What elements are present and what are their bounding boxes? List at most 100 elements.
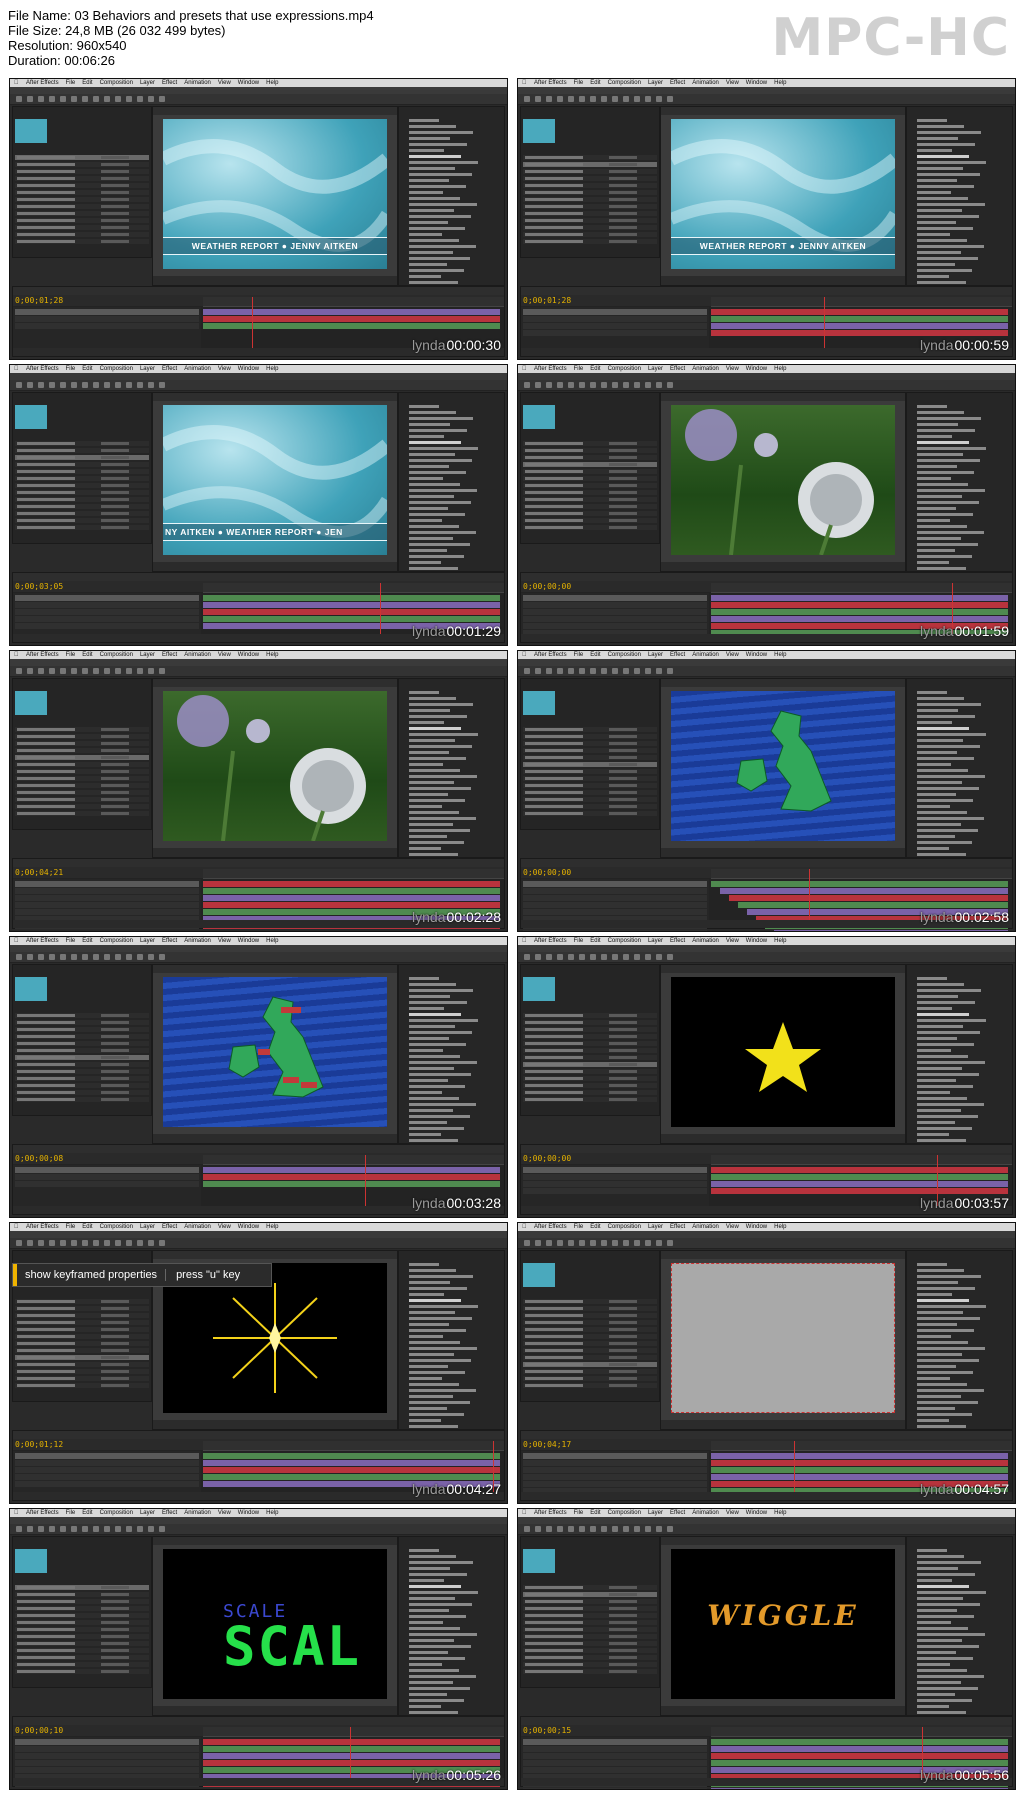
preset-item[interactable] bbox=[409, 1419, 441, 1422]
menu-item[interactable]: View bbox=[218, 1224, 231, 1230]
layer-row[interactable] bbox=[15, 1746, 199, 1752]
preset-item[interactable] bbox=[917, 1645, 979, 1648]
comp-viewer[interactable]: SCALE SCAL bbox=[163, 1549, 387, 1699]
layer-duration-bar[interactable] bbox=[711, 330, 1008, 336]
composition-tabs[interactable] bbox=[661, 1537, 905, 1545]
preset-item[interactable] bbox=[917, 1383, 967, 1386]
layer-row[interactable] bbox=[523, 1167, 707, 1173]
tool-icon[interactable] bbox=[82, 1240, 88, 1246]
composition-tabs[interactable] bbox=[153, 1537, 397, 1545]
layer-duration-bar[interactable] bbox=[711, 1739, 1008, 1745]
tool-icon[interactable] bbox=[27, 96, 33, 102]
tool-icon[interactable] bbox=[126, 954, 132, 960]
preset-item[interactable] bbox=[917, 1097, 967, 1100]
preset-item[interactable] bbox=[409, 1347, 477, 1350]
apple-icon[interactable]:  bbox=[14, 79, 19, 87]
apple-icon[interactable]:  bbox=[522, 365, 527, 373]
project-item[interactable] bbox=[523, 476, 657, 481]
project-item[interactable] bbox=[15, 1655, 149, 1660]
preset-item[interactable] bbox=[917, 465, 957, 468]
menu-item[interactable]: Window bbox=[746, 652, 767, 658]
preset-item[interactable] bbox=[409, 1317, 472, 1320]
preset-item[interactable] bbox=[917, 233, 950, 236]
menu-item[interactable]: After Effects bbox=[26, 652, 59, 658]
menu-item[interactable]: File bbox=[66, 938, 76, 944]
menu-item[interactable]: After Effects bbox=[26, 1510, 59, 1516]
menu-item[interactable]: Edit bbox=[590, 1224, 600, 1230]
preset-item[interactable] bbox=[409, 1079, 448, 1082]
menu-item[interactable]: Effect bbox=[670, 652, 685, 658]
project-item[interactable] bbox=[523, 1585, 657, 1590]
preset-item[interactable] bbox=[409, 1711, 458, 1714]
menu-item[interactable]: After Effects bbox=[26, 366, 59, 372]
preset-item[interactable] bbox=[409, 549, 447, 552]
menu-item[interactable]: File bbox=[66, 1510, 76, 1516]
tool-icon[interactable] bbox=[524, 96, 530, 102]
preset-item[interactable] bbox=[917, 1407, 955, 1410]
preset-item[interactable] bbox=[409, 1127, 464, 1130]
preset-item[interactable] bbox=[409, 1013, 461, 1016]
preset-item[interactable] bbox=[409, 1097, 459, 1100]
tool-icon[interactable] bbox=[524, 668, 530, 674]
menu-item[interactable]: Effect bbox=[670, 1224, 685, 1230]
layer-duration-bar[interactable] bbox=[720, 888, 1008, 894]
preset-item[interactable] bbox=[409, 1365, 448, 1368]
preset-item[interactable] bbox=[917, 1639, 962, 1642]
current-time[interactable]: 0;00;00;08 bbox=[15, 1154, 63, 1163]
tool-icon[interactable] bbox=[60, 668, 66, 674]
preset-item[interactable] bbox=[409, 1001, 467, 1004]
project-item[interactable] bbox=[15, 1599, 149, 1604]
layer-row[interactable] bbox=[523, 1753, 707, 1759]
preset-item[interactable] bbox=[409, 1699, 464, 1702]
current-time[interactable]: 0;00;04;21 bbox=[15, 868, 63, 877]
preset-item[interactable] bbox=[409, 1693, 447, 1696]
tool-icon[interactable] bbox=[159, 668, 165, 674]
preset-item[interactable] bbox=[409, 417, 473, 420]
tool-icon[interactable] bbox=[634, 954, 640, 960]
preset-item[interactable] bbox=[917, 1401, 978, 1404]
project-item[interactable] bbox=[15, 504, 149, 509]
preset-item[interactable] bbox=[917, 1669, 967, 1672]
preset-item[interactable] bbox=[917, 775, 985, 778]
tool-icon[interactable] bbox=[612, 1526, 618, 1532]
preset-item[interactable] bbox=[409, 203, 477, 206]
layer-duration-bar[interactable] bbox=[711, 309, 1008, 315]
tool-icon[interactable] bbox=[579, 1526, 585, 1532]
project-item[interactable] bbox=[523, 1620, 657, 1625]
layer-row[interactable] bbox=[523, 323, 707, 329]
layer-row[interactable] bbox=[523, 623, 707, 629]
viewer-controls[interactable] bbox=[153, 1706, 397, 1715]
tool-icon[interactable] bbox=[634, 668, 640, 674]
preset-item[interactable] bbox=[917, 787, 979, 790]
project-item[interactable] bbox=[523, 783, 657, 788]
preset-item[interactable] bbox=[917, 1347, 985, 1350]
project-item[interactable] bbox=[523, 1069, 657, 1074]
preset-item[interactable] bbox=[917, 567, 966, 570]
preset-item[interactable] bbox=[409, 191, 443, 194]
time-ruler[interactable] bbox=[203, 869, 504, 879]
project-item[interactable] bbox=[523, 441, 657, 446]
preset-item[interactable] bbox=[409, 1109, 453, 1112]
menu-item[interactable]: Animation bbox=[692, 80, 719, 86]
preset-item[interactable] bbox=[917, 555, 972, 558]
tool-icon[interactable] bbox=[656, 382, 662, 388]
layer-row[interactable] bbox=[15, 1474, 199, 1480]
project-item[interactable] bbox=[523, 776, 657, 781]
menu-item[interactable]: File bbox=[574, 1510, 584, 1516]
timeline-tabs[interactable] bbox=[521, 573, 1012, 581]
project-item[interactable] bbox=[15, 176, 149, 181]
project-item[interactable] bbox=[15, 1592, 149, 1597]
preset-item[interactable] bbox=[917, 1025, 963, 1028]
tool-icon[interactable] bbox=[623, 382, 629, 388]
preset-item[interactable] bbox=[917, 835, 955, 838]
layer-row[interactable] bbox=[523, 1760, 707, 1766]
layer-row[interactable] bbox=[15, 316, 199, 322]
time-ruler[interactable] bbox=[711, 583, 1012, 593]
preset-item[interactable] bbox=[917, 793, 956, 796]
tool-icon[interactable] bbox=[546, 668, 552, 674]
tool-icon[interactable] bbox=[568, 1526, 574, 1532]
preset-item[interactable] bbox=[917, 1597, 963, 1600]
apple-icon[interactable]:  bbox=[522, 937, 527, 945]
preset-item[interactable] bbox=[409, 251, 453, 254]
current-time[interactable]: 0;00;00;00 bbox=[523, 868, 571, 877]
